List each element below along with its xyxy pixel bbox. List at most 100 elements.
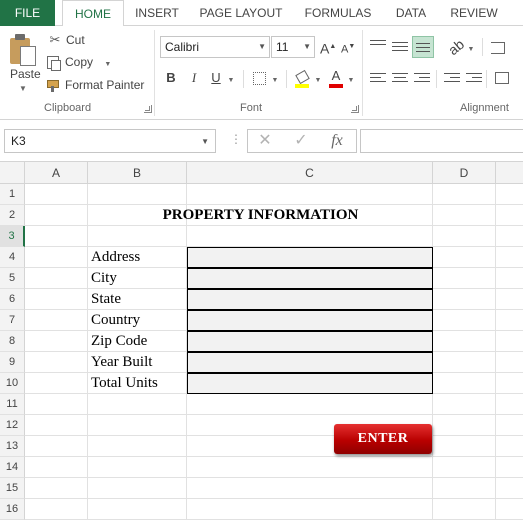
grid-cell[interactable] (25, 268, 88, 289)
orientation-dropdown[interactable]: ▼ (466, 36, 476, 58)
tab-file[interactable]: FILE (0, 0, 55, 26)
fill-color-button[interactable] (293, 67, 311, 89)
name-box[interactable]: K3 ▼ (4, 129, 216, 153)
grid-cell[interactable] (496, 394, 523, 415)
input-cell-city[interactable] (187, 268, 433, 289)
row-header[interactable]: 4 (0, 247, 25, 268)
grid-cell[interactable] (88, 226, 187, 247)
grid-cell[interactable] (496, 310, 523, 331)
grid-cell[interactable] (496, 436, 523, 457)
grid-cell[interactable] (25, 310, 88, 331)
grid-cell[interactable] (433, 226, 496, 247)
input-cell-state[interactable] (187, 289, 433, 310)
grid-cell[interactable] (88, 184, 187, 205)
row-header[interactable]: 12 (0, 415, 25, 436)
grid-cell[interactable] (433, 415, 496, 436)
underline-dropdown[interactable]: ▼ (226, 67, 236, 89)
font-size-select[interactable]: 11 ▼ (271, 36, 315, 58)
grid-cell[interactable] (496, 478, 523, 499)
select-all-corner[interactable] (0, 162, 25, 184)
format-painter-button[interactable]: Format Painter (47, 75, 144, 95)
input-cell-total-units[interactable] (187, 373, 433, 394)
grid-cell[interactable] (496, 226, 523, 247)
grid-cell[interactable] (496, 457, 523, 478)
underline-button[interactable]: U (208, 67, 224, 89)
italic-button[interactable]: I (186, 67, 202, 89)
column-header-e[interactable] (496, 162, 523, 184)
font-color-dropdown[interactable]: ▼ (346, 67, 356, 89)
grid-cell[interactable] (433, 478, 496, 499)
grid-cell[interactable] (433, 247, 496, 268)
row-header[interactable]: 2 (0, 205, 25, 226)
column-header-b[interactable]: B (88, 162, 187, 184)
enter-check-icon[interactable]: ✓ (286, 130, 316, 152)
formula-bar-grip-icon[interactable]: ⋮ (230, 132, 242, 146)
grid-cell[interactable] (496, 373, 523, 394)
cut-button[interactable]: ✂ Cut (47, 30, 85, 50)
grid-cell[interactable] (88, 499, 187, 520)
clipboard-dialog-launcher-icon[interactable] (144, 105, 152, 113)
align-center-icon[interactable] (392, 70, 408, 84)
grid-cell[interactable] (496, 499, 523, 520)
grid-cell[interactable] (25, 373, 88, 394)
grid-cell[interactable] (433, 373, 496, 394)
grid-cell[interactable] (88, 394, 187, 415)
grid-cell[interactable] (496, 415, 523, 436)
grid-cell[interactable] (187, 394, 433, 415)
tab-home[interactable]: HOME (62, 0, 124, 27)
grid-cell[interactable] (25, 184, 88, 205)
column-header-a[interactable]: A (25, 162, 88, 184)
row-header[interactable]: 6 (0, 289, 25, 310)
input-cell-country[interactable] (187, 310, 433, 331)
grid-cell[interactable] (433, 394, 496, 415)
grid-cell[interactable] (433, 268, 496, 289)
row-header[interactable]: 11 (0, 394, 25, 415)
grid-cell[interactable] (25, 289, 88, 310)
row-header[interactable]: 14 (0, 457, 25, 478)
grid-cell[interactable] (187, 457, 433, 478)
grid-cell[interactable] (496, 184, 523, 205)
insert-function-icon[interactable]: fx (322, 130, 352, 152)
row-header[interactable]: 16 (0, 499, 25, 520)
grid-cell[interactable] (25, 394, 88, 415)
grid-cell[interactable] (187, 478, 433, 499)
row-header[interactable]: 5 (0, 268, 25, 289)
input-cell-zip-code[interactable] (187, 331, 433, 352)
grow-font-button[interactable]: A▲ (320, 36, 336, 58)
grid-cell[interactable] (25, 415, 88, 436)
formula-input[interactable] (360, 129, 523, 153)
row-header[interactable]: 10 (0, 373, 25, 394)
font-name-select[interactable]: Calibri ▼ (160, 36, 270, 58)
wrap-text-icon[interactable] (488, 36, 508, 58)
grid-cell[interactable] (433, 499, 496, 520)
grid-cell[interactable] (496, 289, 523, 310)
row-header[interactable]: 3 (0, 226, 25, 247)
grid-cell[interactable] (433, 436, 496, 457)
align-left-icon[interactable] (370, 70, 386, 84)
input-cell-address[interactable] (187, 247, 433, 268)
decrease-indent-icon[interactable] (444, 70, 460, 84)
merge-center-icon[interactable] (492, 66, 512, 88)
row-header[interactable]: 8 (0, 331, 25, 352)
grid-cell[interactable] (496, 205, 523, 226)
row-header[interactable]: 1 (0, 184, 25, 205)
input-cell-year-built[interactable] (187, 352, 433, 373)
tab-review[interactable]: REVIEW (444, 0, 504, 26)
tab-data[interactable]: DATA (386, 0, 436, 26)
row-header[interactable]: 7 (0, 310, 25, 331)
align-top-icon[interactable] (370, 37, 386, 51)
font-dialog-launcher-icon[interactable] (351, 105, 359, 113)
grid-cell[interactable] (25, 226, 88, 247)
tab-insert[interactable]: INSERT (128, 0, 186, 26)
grid-cell[interactable] (187, 184, 433, 205)
grid-cell[interactable] (25, 205, 88, 226)
grid-cell[interactable] (25, 499, 88, 520)
align-middle-icon[interactable] (392, 39, 408, 53)
borders-dropdown[interactable]: ▼ (270, 67, 280, 89)
grid-cell[interactable] (496, 331, 523, 352)
copy-button[interactable]: Copy ▼ (47, 52, 111, 72)
grid-cell[interactable] (25, 478, 88, 499)
grid-cell[interactable] (496, 268, 523, 289)
grid-cell[interactable] (25, 331, 88, 352)
grid-cell[interactable] (496, 247, 523, 268)
